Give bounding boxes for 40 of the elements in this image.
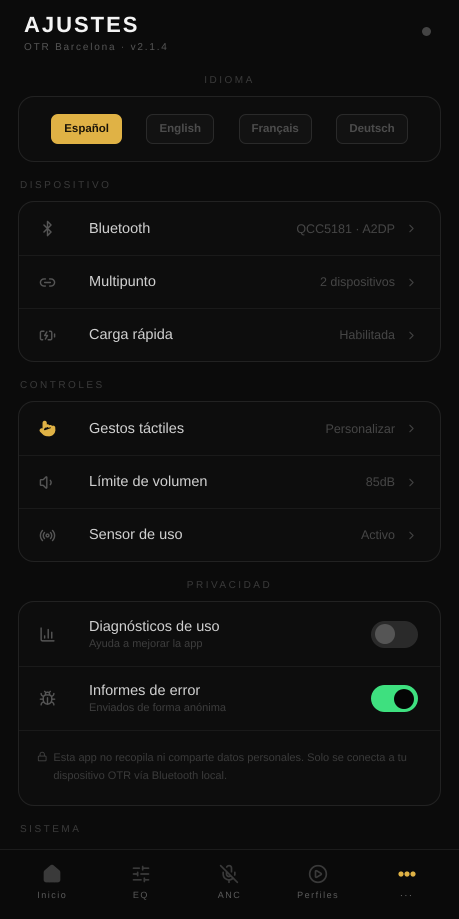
row-label: Sensor de uso xyxy=(89,527,184,543)
nav-item[interactable]: Perfiles xyxy=(283,864,354,900)
toggle-switch[interactable] xyxy=(371,685,418,712)
settings-row[interactable]: Multipunto 2 dispositivos xyxy=(19,255,440,308)
row-label: Multipunto xyxy=(89,274,157,290)
toggle-switch[interactable] xyxy=(371,620,418,648)
row-value: Habilitada xyxy=(339,328,395,342)
settings-row[interactable]: Carga rápida Habilitada xyxy=(19,308,440,361)
play-icon xyxy=(308,864,328,884)
row-value: Activo xyxy=(360,528,395,542)
sliders-icon xyxy=(130,864,151,884)
row-value: Personalizar xyxy=(326,422,395,436)
nav-item[interactable]: Inicio xyxy=(17,864,88,900)
bug-icon xyxy=(38,690,56,707)
row-label: Informes de error xyxy=(89,683,202,699)
page-title: AJUSTES xyxy=(24,12,140,38)
row-label: Límite de volumen xyxy=(89,474,208,490)
settings-row[interactable]: Bluetooth QCC5181 · A2DP xyxy=(19,202,440,255)
settings-row[interactable]: Sensor de uso Activo xyxy=(19,508,440,561)
status-dot xyxy=(422,27,431,36)
row-value: 2 dispositivos xyxy=(320,275,395,289)
row-label: Carga rápida xyxy=(89,327,174,343)
row-value: QCC5181 · A2DP xyxy=(296,222,395,236)
mic-off-icon xyxy=(219,864,240,884)
row-label: Gestos táctiles xyxy=(89,420,186,436)
version-subtitle: OTR Barcelona · v2.1.4 xyxy=(24,42,169,53)
settings-row[interactable]: Gestos táctiles Personalizar xyxy=(19,402,440,455)
nav-item[interactable]: ANC xyxy=(194,864,264,900)
lock-icon xyxy=(37,749,48,764)
nav-item[interactable]: ··· xyxy=(372,864,442,900)
row-value: 85dB xyxy=(366,475,395,489)
language-option[interactable]: Español xyxy=(51,114,122,144)
bar-chart-icon xyxy=(38,626,56,642)
row-label: Diagnósticos de uso xyxy=(89,618,221,634)
more-icon xyxy=(398,870,416,876)
home-icon xyxy=(42,864,62,884)
row-label: Bluetooth xyxy=(89,220,152,236)
pointer-hand-icon xyxy=(38,420,56,437)
settings-row[interactable]: Límite de volumen 85dB xyxy=(19,455,440,508)
nav-item[interactable]: EQ xyxy=(106,864,176,900)
